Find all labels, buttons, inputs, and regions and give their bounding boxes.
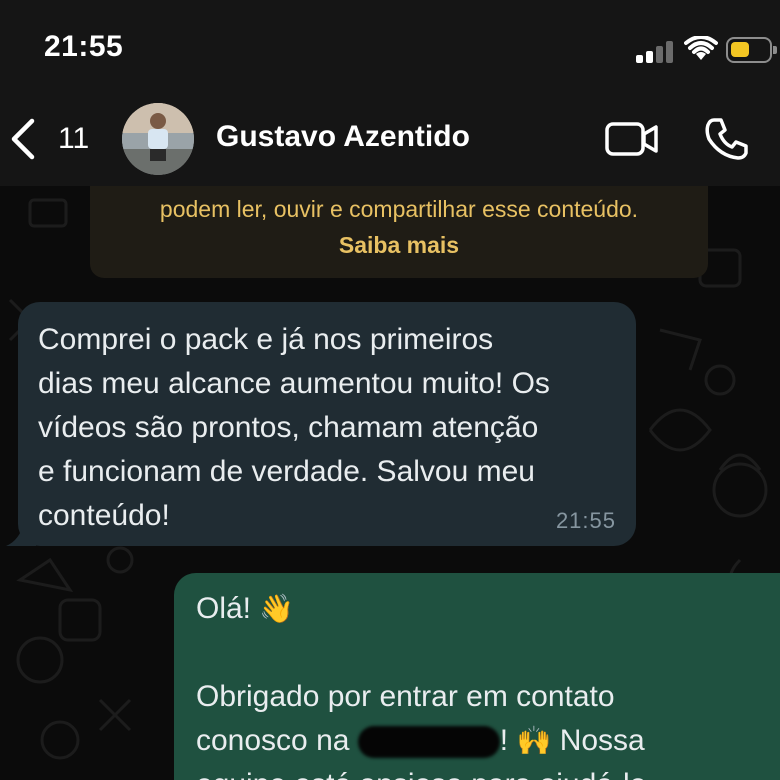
chevron-left-icon [11, 118, 35, 160]
raising-hands-emoji: 🙌 [516, 724, 552, 757]
outgoing-message[interactable]: Olá! 👋 Obrigado por entrar em contato co… [174, 573, 780, 780]
greeting-line: Olá! 👋 [196, 587, 780, 631]
body-line-2-punct: ! [499, 724, 509, 757]
body-line-2-end: Nossa [559, 724, 645, 757]
message-time: 21:55 [555, 508, 616, 533]
waving-hand-emoji: 👋 [259, 592, 295, 625]
video-call-icon[interactable] [604, 118, 660, 160]
contact-avatar[interactable] [122, 103, 194, 175]
message-body: Obrigado por entrar em contato conosco n… [196, 675, 780, 780]
bubble-tail [6, 522, 36, 546]
cellular-signal-icon [636, 41, 676, 63]
avatar-photo-icon [122, 103, 194, 175]
body-line-2-start: conosco na [196, 724, 350, 757]
redacted-brand [357, 726, 500, 759]
body-line-1: Obrigado por entrar em contato [196, 680, 615, 713]
battery-icon [726, 37, 777, 63]
body-line-2: conosco na ! 🙌 Nossa [196, 719, 780, 763]
status-time: 21:55 [44, 30, 124, 63]
notice-text: podem ler, ouvir e compartilhar esse con… [159, 196, 639, 222]
body-line-3: equipe está ansiosa para ajudá-lo [196, 763, 780, 780]
phone-icon[interactable] [704, 116, 750, 162]
contact-name[interactable]: Gustavo Azentido [216, 120, 470, 154]
chat-header: 21:55 11 Gustavo Azentido [0, 0, 780, 186]
message-text: Comprei o pack e já nos primeiros dias m… [38, 323, 550, 532]
greeting-text: Olá! [196, 592, 252, 625]
unread-count: 11 [58, 122, 90, 155]
back-button[interactable]: 11 [8, 115, 89, 163]
learn-more-link[interactable]: Saiba mais [90, 232, 708, 259]
wifi-icon [684, 36, 718, 60]
incoming-message[interactable]: Comprei o pack e já nos primeiros dias m… [6, 302, 636, 546]
